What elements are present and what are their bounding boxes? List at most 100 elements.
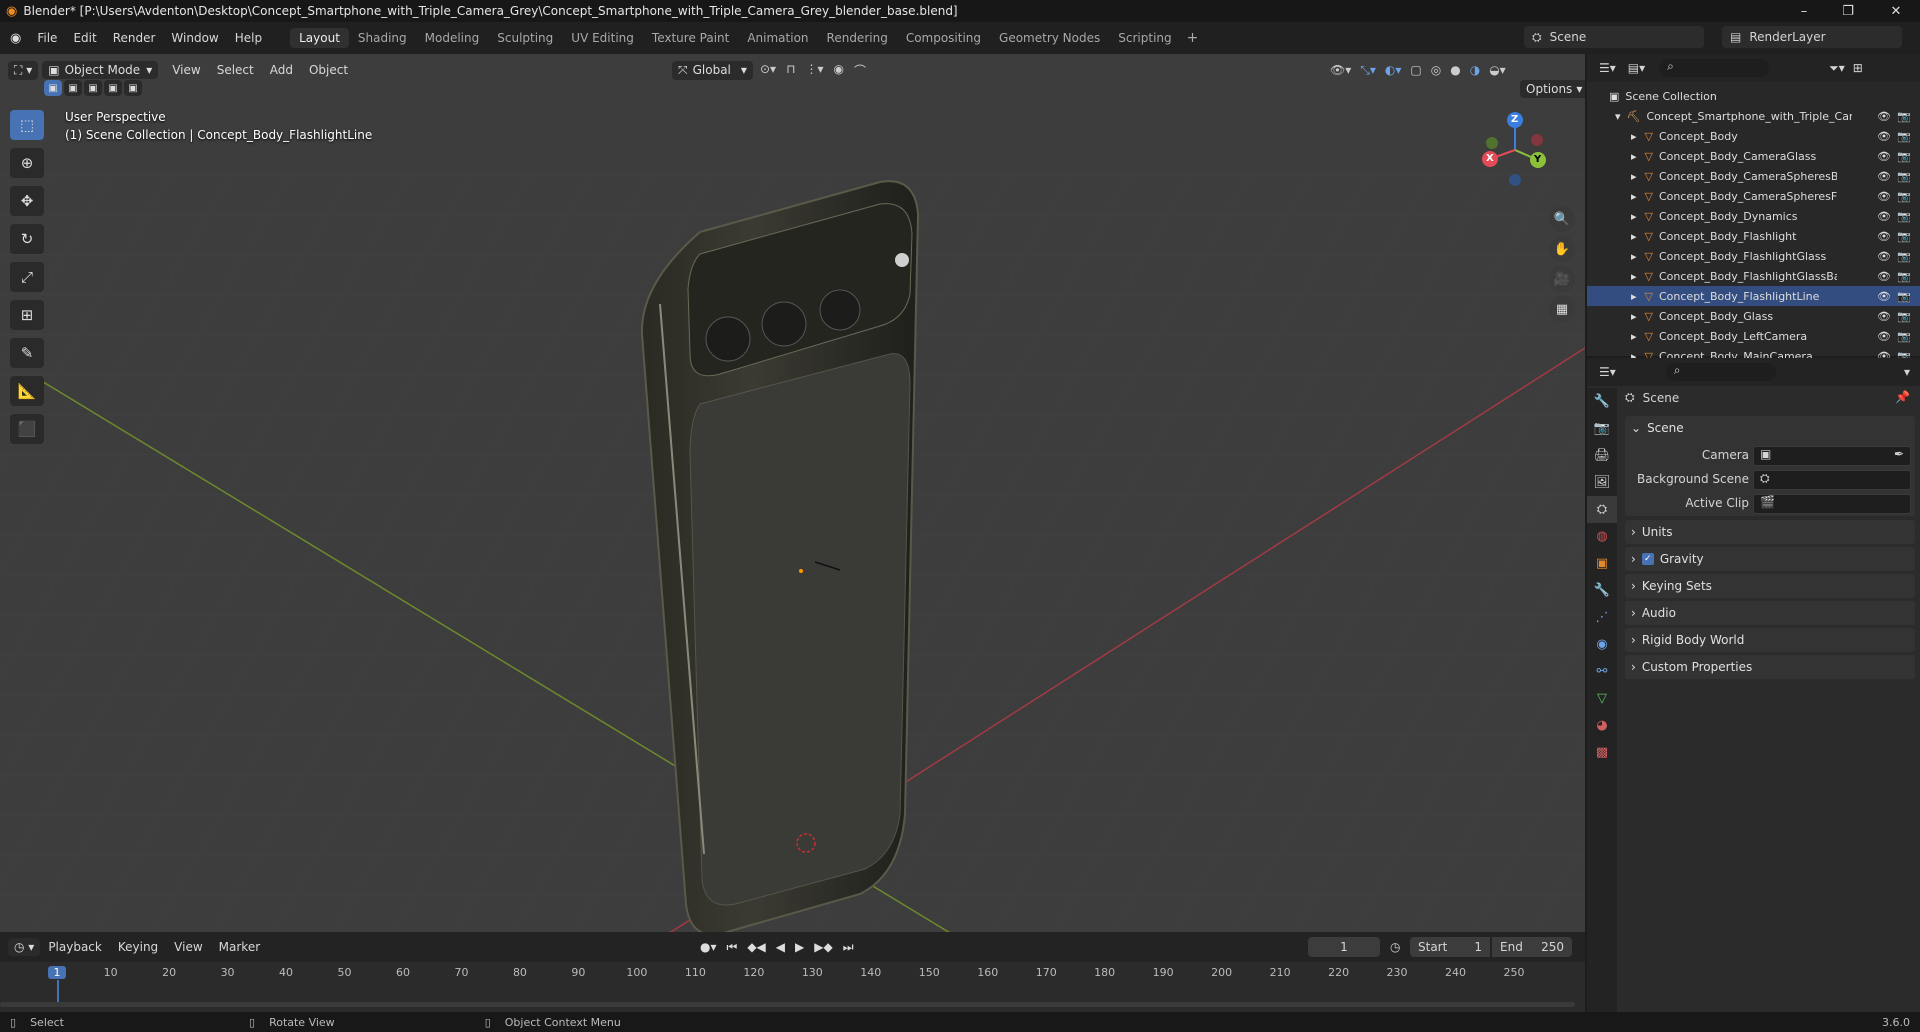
visibility-eye-icon[interactable]: 👁 — [1877, 130, 1891, 143]
viewport-menu-add[interactable]: Add — [262, 63, 301, 77]
next-keyframe-icon[interactable]: ▶◆ — [814, 940, 832, 955]
expand-arrow-icon[interactable]: ▸ — [1631, 310, 1637, 323]
transform-tool[interactable]: ⊞ — [10, 300, 44, 330]
snap-target-icon[interactable]: ⋮▾ — [805, 62, 823, 79]
tool-tab-icon[interactable]: 🔧 — [1587, 388, 1617, 415]
eyedropper-icon[interactable]: ✒ — [1894, 447, 1904, 461]
scene-panel-header[interactable]: ⌄ Scene — [1625, 416, 1915, 440]
zoom-icon[interactable]: 🔍 — [1549, 206, 1575, 232]
properties-search-input[interactable]: ⌕ — [1665, 363, 1776, 381]
tab-shading[interactable]: Shading — [349, 28, 416, 48]
expand-arrow-icon[interactable]: ▸ — [1631, 330, 1637, 343]
menu-file[interactable]: File — [29, 31, 65, 45]
expand-arrow-icon[interactable]: ▸ — [1631, 150, 1637, 163]
outliner-row-object[interactable]: ▸ ▽ Concept_Body_Glass 👁 📷 — [1587, 306, 1920, 326]
chevron-down-icon[interactable]: ▾ — [1904, 365, 1910, 379]
render-camera-icon[interactable]: 📷 — [1897, 170, 1911, 183]
editor-type-dropdown[interactable]: ⛶ ▾ — [8, 60, 39, 80]
viewport-menu-object[interactable]: Object — [301, 63, 356, 77]
tab-sculpting[interactable]: Sculpting — [488, 28, 562, 48]
subpanel-audio[interactable]: › Audio — [1625, 601, 1915, 625]
pan-hand-icon[interactable]: ✋ — [1549, 236, 1575, 262]
outliner-row-object[interactable]: ▸ ▽ Concept_Body_FlashlightLine 👁 📷 — [1587, 286, 1920, 306]
minimize-button[interactable]: – — [1784, 0, 1824, 22]
timeline-menu-keying[interactable]: Keying — [110, 940, 166, 954]
physics-tab-icon[interactable]: ◉ — [1587, 631, 1617, 658]
outliner-row-object[interactable]: ▸ ▽ Concept_Body_FlashlightGlass 👁 📷 — [1587, 246, 1920, 266]
menu-help[interactable]: Help — [227, 31, 270, 45]
3d-viewport[interactable]: ⛶ ▾ ▣ Object Mode ▾ View Select Add Obje… — [0, 54, 1585, 932]
timeline-menu-marker[interactable]: Marker — [211, 940, 268, 954]
prev-keyframe-icon[interactable]: ◆◀ — [747, 940, 765, 955]
outliner-editor-icon[interactable]: ☰▾ — [1599, 61, 1616, 75]
constraints-tab-icon[interactable]: ⚯ — [1587, 658, 1617, 685]
tab-rendering[interactable]: Rendering — [818, 28, 897, 48]
cursor-tool[interactable]: ⊕ — [10, 148, 44, 178]
menu-window[interactable]: Window — [163, 31, 226, 45]
outliner-row-object[interactable]: ▸ ▽ Concept_Body_CameraGlass 👁 📷 — [1587, 146, 1920, 166]
render-camera-icon[interactable]: 📷 — [1897, 110, 1911, 123]
object-tab-icon[interactable]: ▣ — [1587, 550, 1617, 577]
play-reverse-icon[interactable]: ◀ — [776, 940, 785, 955]
jump-start-icon[interactable]: ⏮ — [727, 940, 738, 955]
select-subtract-icon[interactable]: ▣ — [84, 80, 102, 96]
view-layer-tab-icon[interactable]: 🖼 — [1587, 469, 1617, 496]
gravity-checkbox[interactable]: ✓ — [1641, 553, 1654, 565]
render-camera-icon[interactable]: 📷 — [1897, 250, 1911, 263]
tab-scripting[interactable]: Scripting — [1109, 28, 1180, 48]
render-camera-icon[interactable]: 📷 — [1897, 190, 1911, 203]
timeline-editor-type[interactable]: ◷ ▾ — [8, 938, 41, 956]
select-intersect-icon[interactable]: ▣ — [124, 80, 142, 96]
menu-edit[interactable]: Edit — [65, 31, 104, 45]
expand-arrow-icon[interactable]: ▸ — [1631, 190, 1637, 203]
outliner-row-object[interactable]: ▸ ▽ Concept_Body_CameraSpheresBack 👁 📷 — [1587, 166, 1920, 186]
transform-orientation-dropdown[interactable]: ⤧ Global ▾ — [672, 60, 753, 80]
proportional-icon[interactable]: ◉ — [833, 62, 843, 79]
expand-arrow-icon[interactable]: ▸ — [1631, 170, 1637, 183]
perspective-toggle-icon[interactable]: ▦ — [1549, 296, 1575, 322]
record-icon[interactable]: ●▾ — [700, 940, 717, 955]
view-layer-selector[interactable]: ▤ RenderLayer — [1722, 26, 1902, 48]
outliner-row-object[interactable]: ▸ ▽ Concept_Body_Dynamics 👁 📷 — [1587, 206, 1920, 226]
tab-uv-editing[interactable]: UV Editing — [562, 28, 643, 48]
camera-view-icon[interactable]: 🎥 — [1549, 266, 1575, 292]
visibility-eye-icon[interactable]: 👁 — [1877, 170, 1891, 183]
select-box-tool[interactable]: ⬚ — [10, 110, 44, 140]
visibility-eye-icon[interactable]: 👁 — [1877, 210, 1891, 223]
add-cube-tool[interactable]: ⬛ — [10, 414, 44, 444]
visibility-eye-icon[interactable]: 👁 — [1877, 150, 1891, 163]
wireframe-shading-icon[interactable]: ◎ — [1431, 63, 1441, 78]
blender-menu-icon[interactable]: ◉ — [10, 31, 21, 46]
frame-ruler[interactable]: 1 10 20 30 40 50 60 70 80 90 100 110 120 130 140 150 160… — [0, 966, 1585, 1002]
material-tab-icon[interactable]: ◕ — [1587, 712, 1617, 739]
expand-arrow-icon[interactable]: ▾ — [1615, 110, 1621, 123]
visibility-eye-icon[interactable]: 👁 — [1877, 250, 1891, 263]
visibility-eye-icon[interactable]: 👁 — [1877, 190, 1891, 203]
pivot-icon[interactable]: ⊙▾ — [760, 62, 776, 79]
measure-tool[interactable]: 📐 — [10, 376, 44, 406]
render-tab-icon[interactable]: 📷 — [1587, 415, 1617, 442]
outliner-row-object[interactable]: ▸ ▽ Concept_Body_FlashlightGlassBack 👁 📷 — [1587, 266, 1920, 286]
tab-compositing[interactable]: Compositing — [897, 28, 990, 48]
visibility-eye-icon[interactable]: 👁 — [1877, 290, 1891, 303]
scale-tool[interactable]: ⤢ — [10, 262, 44, 292]
menu-render[interactable]: Render — [105, 31, 164, 45]
playhead[interactable] — [57, 980, 59, 1002]
annotate-tool[interactable]: ✎ — [10, 338, 44, 368]
rendered-shading-icon[interactable]: ◒▾ — [1489, 63, 1506, 78]
scene-selector[interactable]: ⛭ Scene — [1524, 26, 1704, 48]
outliner-row-object[interactable]: ▸ ▽ Concept_Body_LeftCamera 👁 📷 — [1587, 326, 1920, 346]
move-tool[interactable]: ✥ — [10, 186, 44, 216]
new-collection-icon[interactable]: ⊞ — [1853, 61, 1863, 75]
select-invert-icon[interactable]: ▣ — [104, 80, 122, 96]
render-camera-icon[interactable]: 📷 — [1897, 310, 1911, 323]
outliner-row-object[interactable]: ▸ ▽ Concept_Body 👁 📷 — [1587, 126, 1920, 146]
add-workspace-icon[interactable]: + — [1187, 30, 1199, 46]
render-camera-icon[interactable]: 📷 — [1897, 330, 1911, 343]
timeline-scrollbar[interactable] — [0, 1002, 1575, 1007]
viewport-menu-select[interactable]: Select — [209, 63, 262, 77]
subpanel-custom-properties[interactable]: › Custom Properties — [1625, 655, 1915, 679]
display-mode-icon[interactable]: ▤▾ — [1628, 61, 1645, 75]
background-scene-field[interactable]: ⛭ — [1753, 470, 1911, 490]
render-camera-icon[interactable]: 📷 — [1897, 210, 1911, 223]
